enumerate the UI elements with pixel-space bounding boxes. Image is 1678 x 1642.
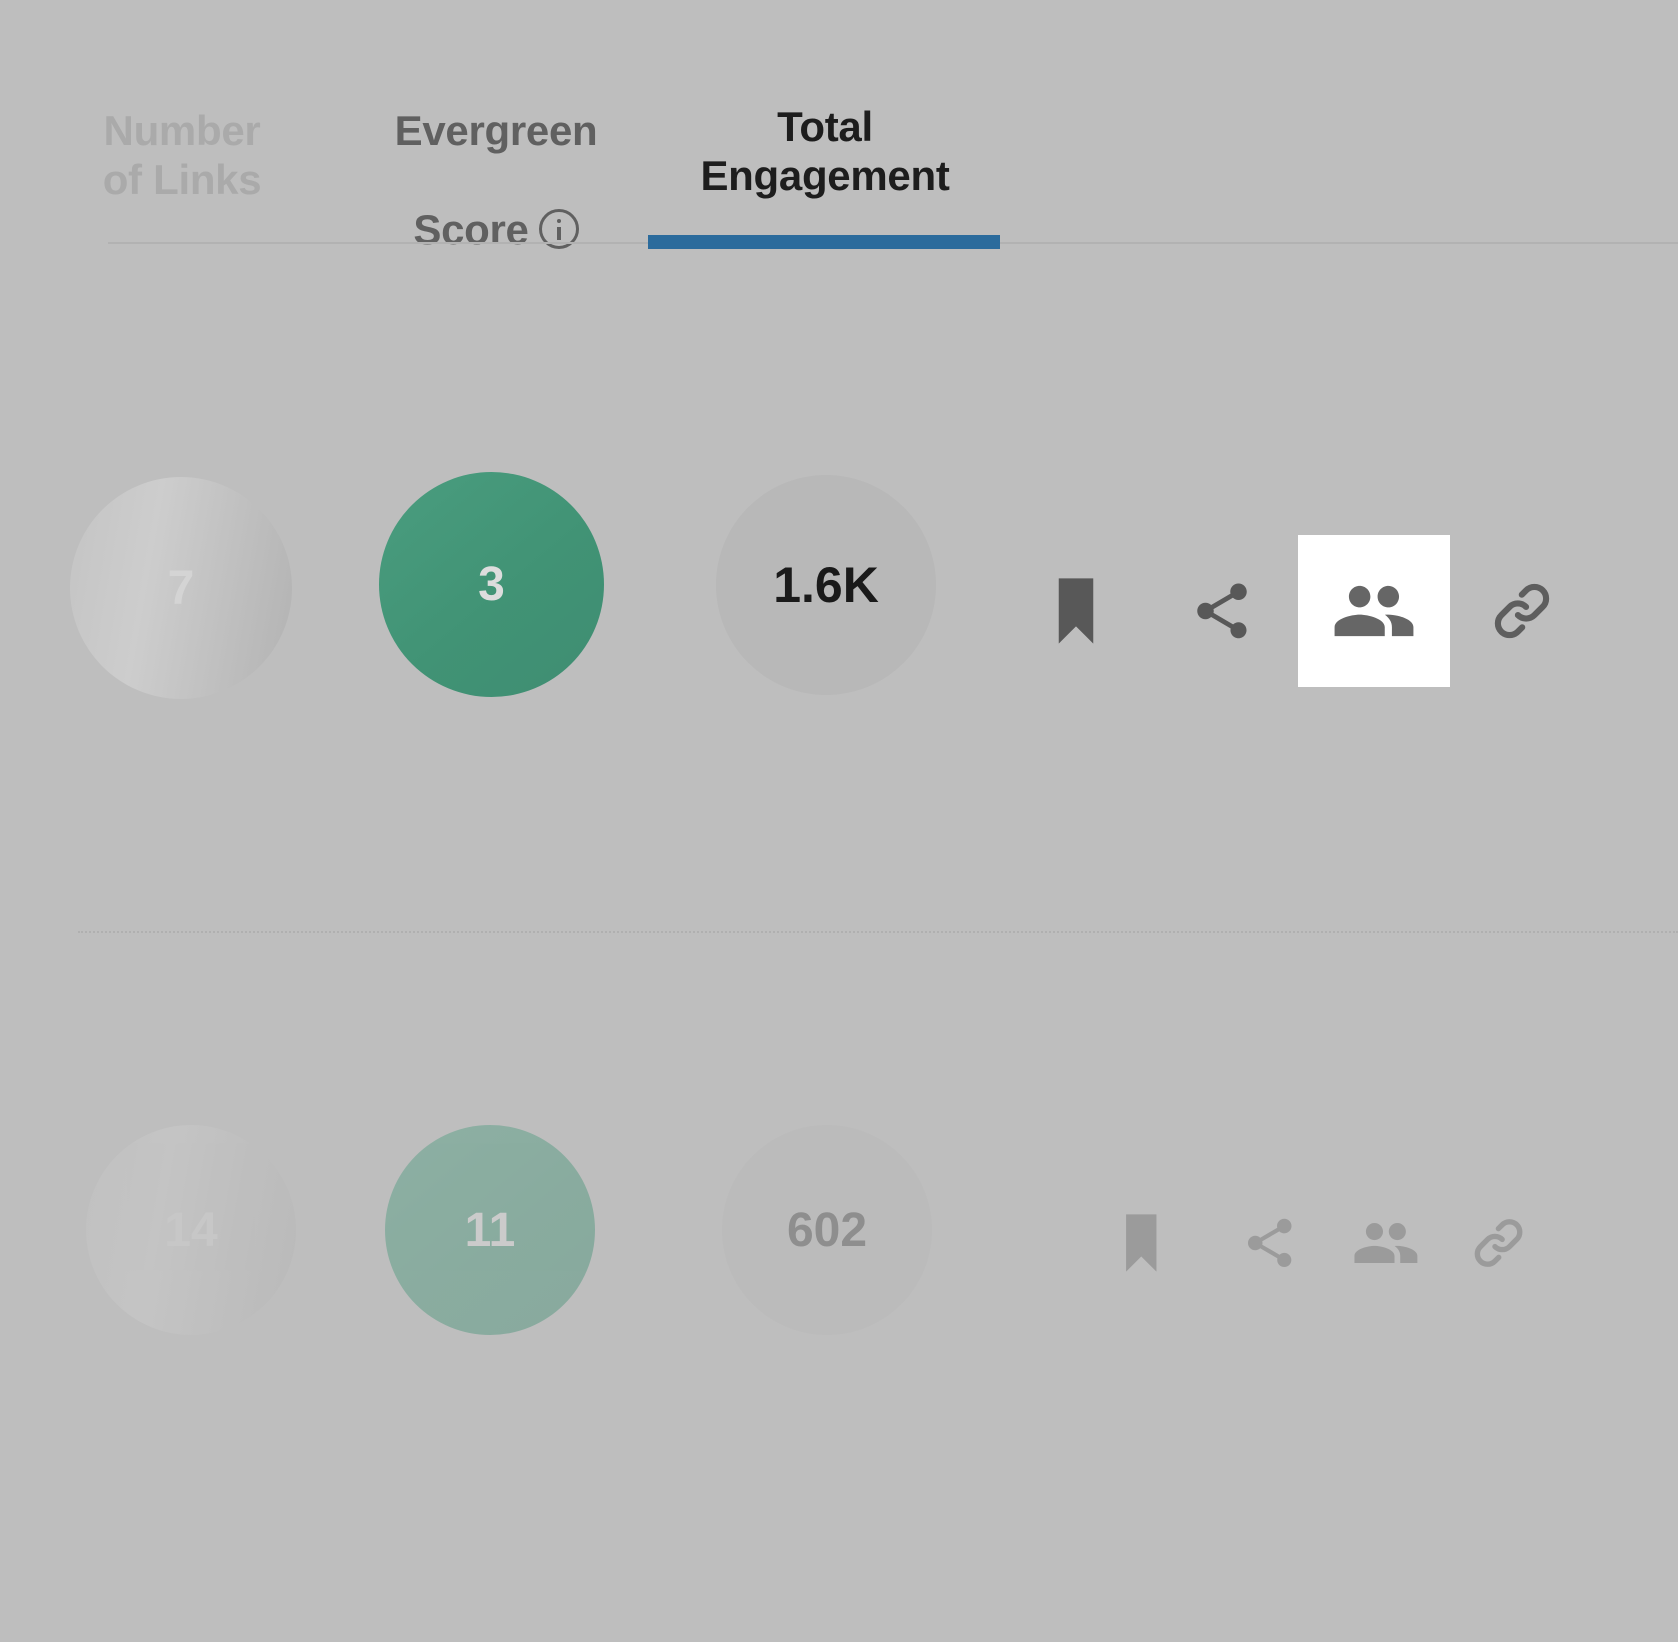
row-action-icons — [1020, 535, 1578, 687]
bubble-number-of-links[interactable]: 14 — [86, 1125, 296, 1335]
tab-total-engagement-label: Total Engagement — [700, 102, 950, 200]
people-button[interactable] — [1298, 535, 1450, 687]
link-button[interactable] — [1466, 555, 1578, 667]
tab-evergreen-score[interactable]: Evergreen Score — [352, 56, 640, 254]
bookmark-icon — [1053, 578, 1099, 644]
active-tab-underline — [648, 235, 1000, 249]
bubble-evergreen-score-value: 11 — [464, 1203, 516, 1257]
metrics-row: 7 3 1.6K — [0, 355, 1678, 825]
tab-number-of-links-label: Number of Links — [102, 106, 262, 204]
bubble-evergreen-score[interactable]: 3 — [379, 472, 604, 697]
share-button[interactable] — [1220, 1194, 1319, 1293]
link-chain-icon — [1468, 1212, 1530, 1274]
bookmark-icon — [1121, 1214, 1161, 1272]
bubble-total-engagement-value: 1.6K — [773, 557, 879, 613]
link-chain-icon — [1487, 576, 1557, 646]
row-action-icons — [1092, 1194, 1548, 1293]
bubble-number-of-links-value: 7 — [167, 561, 195, 615]
link-button[interactable] — [1449, 1194, 1548, 1293]
bubble-number-of-links[interactable]: 7 — [70, 477, 292, 699]
engagement-metrics-panel: Number of Links Evergreen Score Total En… — [0, 0, 1678, 1642]
tab-evergreen-score-line2: Score — [413, 205, 579, 255]
row-divider — [78, 931, 1678, 933]
tab-total-engagement[interactable]: Total Engagement — [660, 52, 990, 250]
tab-evergreen-score-label-line2: Score — [413, 205, 529, 253]
share-button[interactable] — [1166, 555, 1278, 667]
bubble-evergreen-score-value: 3 — [478, 558, 505, 611]
bookmark-button[interactable] — [1020, 555, 1132, 667]
share-icon — [1189, 578, 1255, 644]
bubble-evergreen-score[interactable]: 11 — [385, 1125, 595, 1335]
people-icon — [1331, 568, 1417, 654]
people-icon — [1352, 1209, 1421, 1278]
bubble-total-engagement[interactable]: 1.6K — [716, 475, 936, 695]
metrics-row: 14 11 602 — [0, 995, 1678, 1465]
bookmark-button[interactable] — [1092, 1194, 1191, 1293]
metric-tabs-bar: Number of Links Evergreen Score Total En… — [0, 0, 1678, 253]
tab-number-of-links[interactable]: Number of Links — [62, 56, 302, 254]
bubble-total-engagement[interactable]: 602 — [722, 1125, 932, 1335]
tab-evergreen-score-label-line1: Evergreen — [394, 106, 598, 154]
bubble-total-engagement-value: 602 — [786, 1203, 868, 1257]
bubble-number-of-links-value: 14 — [164, 1203, 218, 1257]
people-button[interactable] — [1337, 1194, 1436, 1293]
share-icon — [1241, 1214, 1299, 1272]
